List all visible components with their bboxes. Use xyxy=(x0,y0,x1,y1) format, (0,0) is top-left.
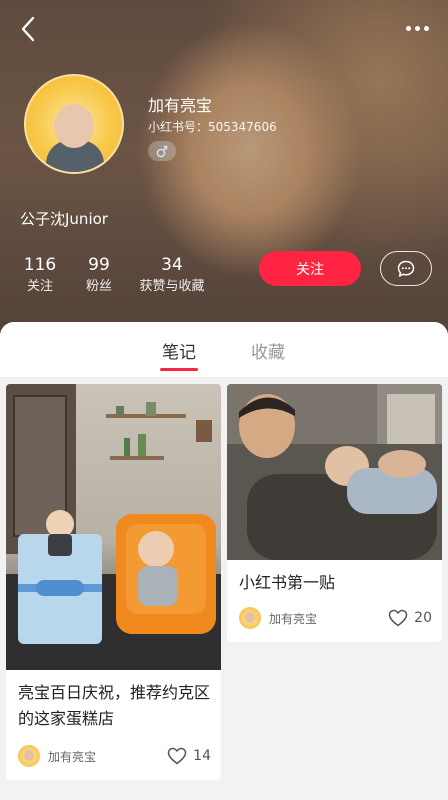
note-cover-image xyxy=(227,384,442,560)
tab-collects[interactable]: 收藏 xyxy=(251,338,285,363)
message-button[interactable] xyxy=(380,251,432,286)
author-avatar[interactable] xyxy=(239,607,261,629)
stat-following[interactable]: 116 关注 xyxy=(22,254,58,298)
chevron-left-icon xyxy=(21,16,35,42)
profile-tabs: 笔记 收藏 xyxy=(0,322,448,378)
like-button[interactable]: 20 xyxy=(388,609,432,627)
heart-icon xyxy=(388,609,408,627)
content-panel: 笔记 收藏 亮宝百日庆祝，推荐约克区的这家蛋糕店 加有亮宝 14 小红书第一贴 … xyxy=(0,322,448,800)
stat-followers[interactable]: 99 粉丝 xyxy=(82,254,116,298)
note-title: 亮宝百日庆祝，推荐约克区的这家蛋糕店 xyxy=(18,683,211,728)
stat-label: 获赞与收藏 xyxy=(139,279,205,294)
more-options-button[interactable] xyxy=(404,16,436,42)
male-icon xyxy=(156,145,168,158)
stat-value: 116 xyxy=(23,255,57,275)
avatar-face-shape xyxy=(54,104,94,148)
note-footer: 加有亮宝 20 xyxy=(239,606,432,630)
like-count: 14 xyxy=(193,748,211,764)
note-footer: 加有亮宝 14 xyxy=(18,744,211,768)
stat-value: 99 xyxy=(88,255,110,275)
like-count: 20 xyxy=(414,610,432,626)
more-dot-icon xyxy=(406,26,411,31)
profile-avatar[interactable] xyxy=(24,74,124,174)
gender-badge xyxy=(148,141,176,161)
stat-label: 粉丝 xyxy=(85,279,112,294)
more-dot-icon xyxy=(415,26,420,31)
note-card[interactable]: 亮宝百日庆祝，推荐约克区的这家蛋糕店 加有亮宝 14 xyxy=(6,384,221,780)
stat-label: 关注 xyxy=(26,279,53,294)
profile-red-id: 小红书号：505347606 xyxy=(148,120,277,134)
heart-icon xyxy=(167,747,187,765)
like-button[interactable]: 14 xyxy=(167,747,211,765)
profile-header: 加有亮宝 小红书号：505347606 公子沈Junior 116 关注 99 … xyxy=(0,0,448,340)
follow-button[interactable]: 关注 xyxy=(259,251,361,286)
more-dot-icon xyxy=(424,26,429,31)
chat-bubble-icon xyxy=(397,260,415,277)
author-avatar[interactable] xyxy=(18,745,40,767)
stat-likes-and-collects[interactable]: 34 获赞与收藏 xyxy=(136,254,208,298)
note-cover-image xyxy=(6,384,221,670)
profile-nickname: 加有亮宝 xyxy=(148,96,213,115)
active-tab-indicator xyxy=(160,368,198,371)
note-card[interactable]: 小红书第一贴 加有亮宝 20 xyxy=(227,384,442,642)
stat-value: 34 xyxy=(161,255,183,275)
back-button[interactable] xyxy=(14,14,44,44)
tab-notes[interactable]: 笔记 xyxy=(162,338,196,363)
note-author[interactable]: 加有亮宝 xyxy=(269,610,388,627)
note-author[interactable]: 加有亮宝 xyxy=(48,748,167,765)
note-title: 小红书第一贴 xyxy=(239,573,336,592)
profile-bio: 公子沈Junior xyxy=(20,210,108,228)
